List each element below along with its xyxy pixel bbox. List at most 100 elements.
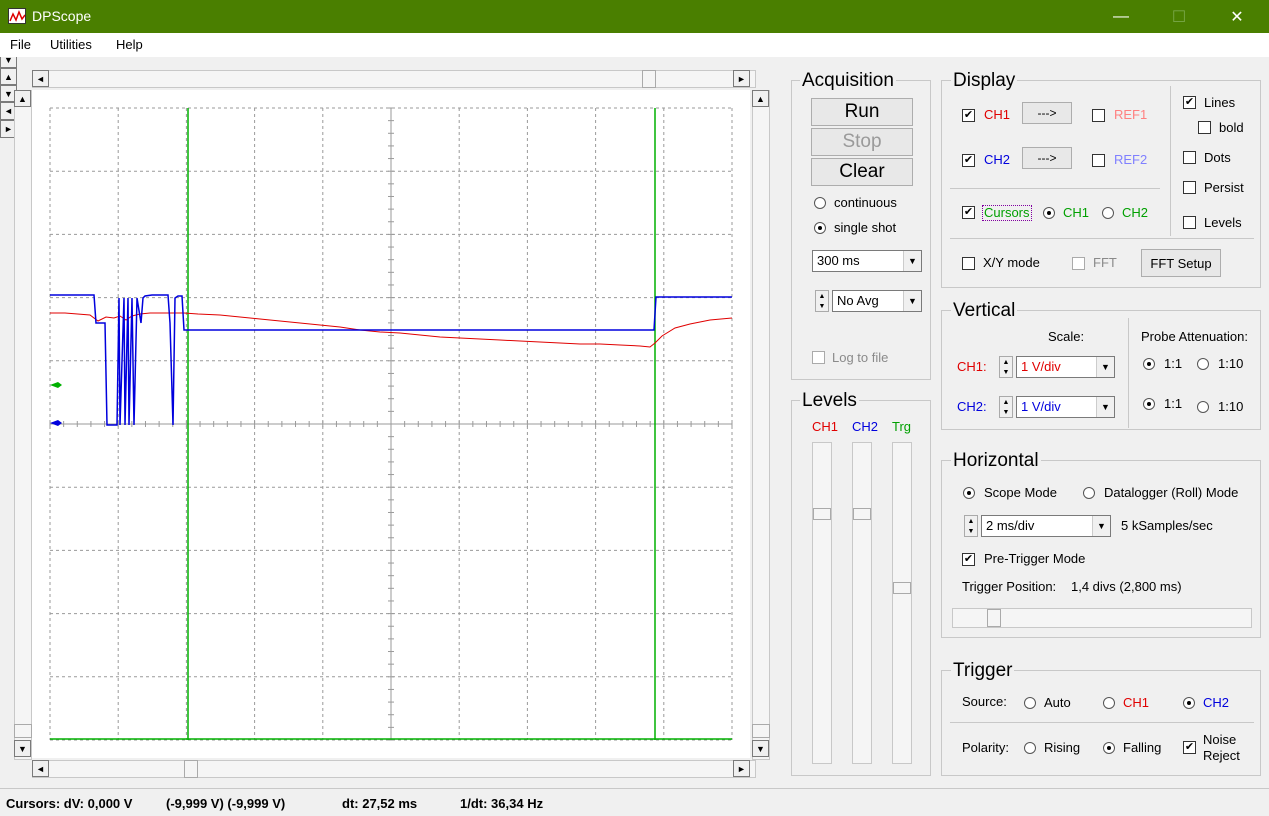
right-scroll-down-button[interactable]: ▼ <box>752 740 769 757</box>
right-scroll-thumb[interactable] <box>752 724 770 738</box>
trigger-rising-radio[interactable] <box>1024 742 1036 754</box>
left-scroll-thumb[interactable] <box>14 724 32 738</box>
avg-spin[interactable]: ▲ ▼ <box>815 290 829 312</box>
ch1-display-label: CH1 <box>984 107 1011 122</box>
log-to-file-checkbox[interactable] <box>812 351 825 364</box>
right-scroll-up-button[interactable]: ▲ <box>752 90 769 107</box>
levels-checkbox[interactable] <box>1183 216 1196 229</box>
noise-label: Noise <box>1203 732 1237 747</box>
menu-utilities[interactable]: Utilities <box>50 37 92 52</box>
trg-level-slider[interactable] <box>892 442 912 764</box>
maximize-button[interactable]: ☐ <box>1156 0 1202 33</box>
scale-label: Scale: <box>1048 329 1085 344</box>
status-dt: dt: 27,52 ms <box>342 796 418 811</box>
menu-help[interactable]: Help <box>116 37 143 52</box>
pre-trigger-checkbox[interactable]: ✔ <box>962 553 975 566</box>
ch1-att-1-label: 1:1 <box>1164 356 1183 371</box>
top-scroll-right-button[interactable]: ► <box>733 70 750 87</box>
trigger-position-label: Trigger Position: <box>962 579 1057 594</box>
trigger-position-value: 1,4 divs (2,800 ms) <box>1071 579 1182 594</box>
cursor-ch2-radio[interactable] <box>1102 207 1114 219</box>
menu-bar: File Utilities Help <box>0 33 1269 57</box>
ch1-scale-spin[interactable]: ▲ ▼ <box>999 356 1013 378</box>
trigger-ch1-radio[interactable] <box>1103 697 1115 709</box>
noise-reject-checkbox[interactable]: ✔ <box>1183 741 1196 754</box>
persist-checkbox[interactable] <box>1183 181 1196 194</box>
timebase-spin[interactable]: ▲ ▼ <box>964 515 978 537</box>
datalogger-mode-radio[interactable] <box>1083 487 1095 499</box>
right-v-scrollbar-track[interactable] <box>752 90 770 760</box>
pre-trigger-label: Pre-Trigger Mode <box>984 551 1086 566</box>
ch2-level-thumb[interactable] <box>853 508 871 520</box>
left-v-scrollbar-track[interactable] <box>14 90 32 760</box>
ref1-checkbox[interactable] <box>1092 109 1105 122</box>
ch1-att-10-radio[interactable] <box>1197 358 1209 370</box>
ch2-att-10-label: 1:10 <box>1218 399 1244 414</box>
acq-time-select[interactable]: 300 ms ▼ <box>812 250 922 272</box>
fft-setup-button[interactable]: FFT Setup <box>1141 249 1221 277</box>
menu-file[interactable]: File <box>10 37 31 52</box>
scope-mode-radio[interactable] <box>963 487 975 499</box>
ch1-scale-select[interactable]: 1 V/div ▼ <box>1016 356 1115 378</box>
bold-checkbox[interactable] <box>1198 121 1211 134</box>
trigger-ch2-radio[interactable] <box>1183 697 1195 709</box>
left-scroll-down-button[interactable]: ▼ <box>14 740 31 757</box>
timebase-select[interactable]: 2 ms/div ▼ <box>981 515 1111 537</box>
ch1-level-slider[interactable] <box>812 442 832 764</box>
ch2-level-slider[interactable] <box>852 442 872 764</box>
ch1-att-1-radio[interactable] <box>1143 358 1155 370</box>
trigger-auto-radio[interactable] <box>1024 697 1036 709</box>
continuous-radio[interactable] <box>814 197 826 209</box>
run-button[interactable]: Run <box>811 98 913 126</box>
ch2-att-10-radio[interactable] <box>1197 401 1209 413</box>
trigger-polarity-label: Polarity: <box>962 740 1009 755</box>
cursor-ch1-radio[interactable] <box>1043 207 1055 219</box>
sample-rate-label: 5 kSamples/sec <box>1121 518 1213 533</box>
lines-label: Lines <box>1204 95 1236 110</box>
close-button[interactable]: ✕ <box>1214 0 1260 33</box>
dots-checkbox[interactable] <box>1183 151 1196 164</box>
single-shot-radio[interactable] <box>814 222 826 234</box>
bottom-scroll-thumb[interactable] <box>184 760 198 778</box>
ch1-to-ref1-button[interactable]: ---> <box>1022 102 1072 124</box>
bottom-scroll-left-button[interactable]: ◄ <box>32 760 49 777</box>
spin-down-icon: ▼ <box>818 302 826 310</box>
bottom-scroll-right-button[interactable]: ► <box>733 760 750 777</box>
scope-display[interactable] <box>32 90 750 758</box>
levels-title: Levels <box>800 390 859 411</box>
levels-trg-label: Trg <box>892 419 912 434</box>
top-scroll-thumb[interactable] <box>642 70 656 88</box>
trigger-pos-thumb[interactable] <box>987 609 1001 627</box>
ref2-checkbox[interactable] <box>1092 154 1105 167</box>
ch1-level-thumb[interactable] <box>813 508 831 520</box>
minimize-button[interactable]: — <box>1098 0 1144 33</box>
ch2-to-ref2-button[interactable]: ---> <box>1022 147 1072 169</box>
cursors-checkbox[interactable]: ✔ <box>962 206 975 219</box>
lines-checkbox[interactable]: ✔ <box>1183 96 1196 109</box>
ch2-display-label: CH2 <box>984 152 1011 167</box>
ch2-scale-spin[interactable]: ▲ ▼ <box>999 396 1013 418</box>
ch2-scale-select[interactable]: 1 V/div ▼ <box>1016 396 1115 418</box>
trg-level-thumb[interactable] <box>893 582 911 594</box>
xy-mode-checkbox[interactable] <box>962 257 975 270</box>
ch1-display-checkbox[interactable]: ✔ <box>962 109 975 122</box>
clear-button[interactable]: Clear <box>811 158 913 186</box>
cursors-label: Cursors <box>982 205 1032 221</box>
ch2-display-checkbox[interactable]: ✔ <box>962 154 975 167</box>
app-icon <box>8 8 26 24</box>
bottom-h-scrollbar-track[interactable] <box>32 760 756 778</box>
fft-checkbox[interactable] <box>1072 257 1085 270</box>
left-scroll-up-button[interactable]: ▲ <box>14 90 31 107</box>
vertical-title: Vertical <box>951 300 1018 321</box>
top-scroll-left-button[interactable]: ◄ <box>32 70 49 87</box>
avg-select[interactable]: No Avg ▼ <box>832 290 922 312</box>
continuous-label: continuous <box>834 195 897 210</box>
window-title: DPScope <box>32 8 92 24</box>
ch2-att-1-radio[interactable] <box>1143 398 1155 410</box>
stop-button[interactable]: Stop <box>811 128 913 156</box>
trigger-falling-radio[interactable] <box>1103 742 1115 754</box>
trigger-ch2-label: CH2 <box>1203 695 1230 710</box>
trg-level-up-button[interactable]: ▲ <box>0 68 17 85</box>
status-freq: 1/dt: 36,34 Hz <box>460 796 544 811</box>
status-cursors-dv: Cursors: dV: 0,000 V <box>6 796 133 811</box>
